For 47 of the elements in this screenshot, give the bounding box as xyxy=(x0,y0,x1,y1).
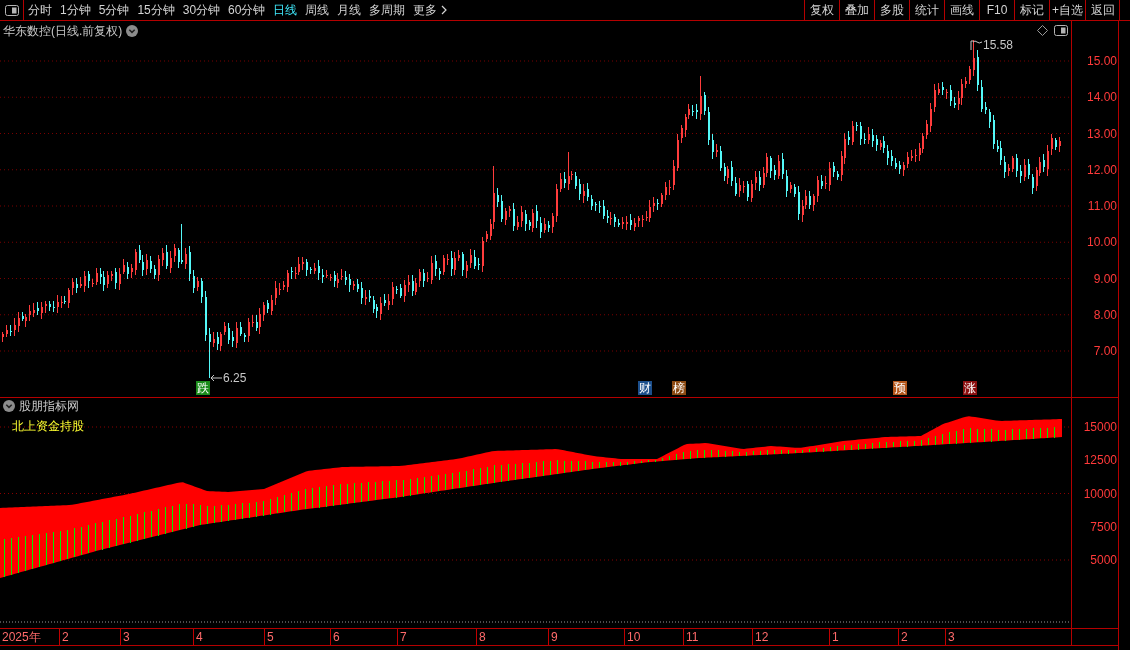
period-tab[interactable]: 周线 xyxy=(301,0,334,20)
period-tab[interactable]: 分时 xyxy=(24,0,56,20)
axis-label: 10000 xyxy=(1083,486,1117,501)
period-tab[interactable]: 日线 xyxy=(269,0,302,20)
month-label: 10 xyxy=(627,629,641,645)
period-tab[interactable]: 60分钟 xyxy=(224,0,270,20)
axis-label: 11.00 xyxy=(1087,199,1117,213)
period-tab[interactable]: 多周期 xyxy=(365,0,410,20)
axis-label: 15000 xyxy=(1083,420,1117,434)
axis-label: 7.00 xyxy=(1093,344,1117,358)
panel-icon xyxy=(4,4,19,16)
axis-label: 12500 xyxy=(1083,453,1117,468)
month-label: 7 xyxy=(400,629,407,645)
chevron-right-icon xyxy=(441,5,448,15)
axis-label: 15.00 xyxy=(1086,54,1117,68)
month-label: 3 xyxy=(948,629,955,645)
chevron-down-icon[interactable] xyxy=(3,400,15,412)
axis-label: 8.00 xyxy=(1093,307,1117,322)
axis-label: 14.00 xyxy=(1086,90,1117,105)
month-label: 11 xyxy=(686,629,699,645)
month-label: 12 xyxy=(755,629,769,645)
axis-label: 12.00 xyxy=(1086,162,1117,177)
axis-label: 5000 xyxy=(1090,553,1117,567)
month-label: 1 xyxy=(832,629,839,645)
month-label: 4 xyxy=(196,629,203,645)
month-label: 2025年 xyxy=(2,629,41,645)
toolbar-button[interactable]: +自选 xyxy=(1049,0,1085,20)
toolbar-button[interactable]: 返回 xyxy=(1085,0,1120,20)
axis-label: 13.00 xyxy=(1086,126,1117,141)
indicator-source: 股朋指标网 xyxy=(19,398,79,414)
month-label: 2 xyxy=(62,629,69,645)
axis-label: 10.00 xyxy=(1086,235,1117,250)
indicator-name: 北上资金持股 xyxy=(12,418,84,434)
period-tab[interactable]: 15分钟 xyxy=(133,0,179,20)
more-button[interactable]: 更多 xyxy=(409,0,452,20)
period-tab[interactable]: 5分钟 xyxy=(94,0,134,20)
axis-label: 7500 xyxy=(1090,519,1117,534)
month-label: 8 xyxy=(479,629,486,645)
month-label: 6 xyxy=(333,629,340,645)
period-tab[interactable]: 1分钟 xyxy=(56,0,95,20)
month-label: 3 xyxy=(123,629,130,645)
month-label: 5 xyxy=(267,629,274,645)
axis-label: 9.00 xyxy=(1093,271,1117,286)
month-label: 9 xyxy=(551,629,558,645)
month-label: 2 xyxy=(901,629,908,645)
period-tab[interactable]: 月线 xyxy=(333,0,366,20)
period-tab[interactable]: 30分钟 xyxy=(178,0,225,20)
